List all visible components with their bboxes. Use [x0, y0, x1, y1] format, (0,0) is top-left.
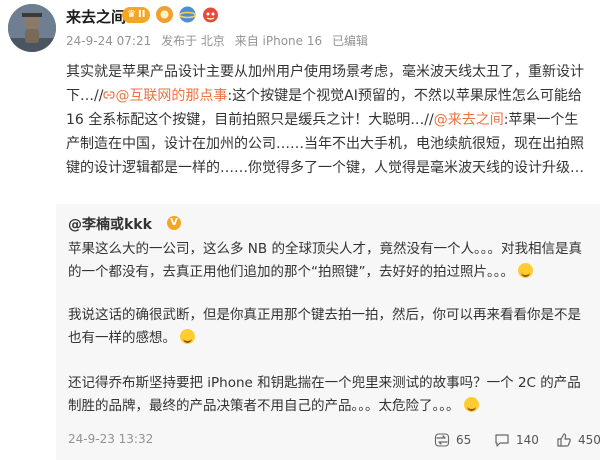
laugh-cry-emoji-icon — [180, 329, 196, 344]
mention-link[interactable]: @来去之间 — [434, 112, 504, 128]
edited-status[interactable]: 已编辑 — [332, 34, 368, 48]
comment-paragraph-text: 我说这话的确很武断，但是你真正用那个键去拍一拍，然后，你可以再来看看你是不是也有… — [68, 307, 581, 346]
comment-icon — [495, 434, 509, 447]
laugh-cry-emoji-icon — [463, 397, 479, 412]
medal-icon[interactable] — [156, 6, 174, 23]
comment-paragraph: 我说这话的确很武断，但是你真正用那个键去拍一拍，然后，你可以再来看看你是不是也有… — [68, 304, 588, 350]
like-icon — [557, 433, 571, 447]
repost-button[interactable]: 65 — [434, 432, 471, 448]
repost-count: 65 — [456, 433, 472, 447]
username[interactable]: 来去之间 — [66, 6, 126, 27]
user-badges: ♛ II — [122, 6, 219, 23]
comment-button[interactable]: 140 — [494, 432, 539, 448]
post-text: 其实就是苹果产品设计主要从加州用户使用场景考虑，毫米波天线太丑了，重新设计下…/… — [66, 60, 588, 180]
comment-date[interactable]: 24-9-23 13:32 — [68, 432, 153, 446]
avatar-image — [8, 4, 56, 52]
comment-footer: 24-9-23 13:32 65 140 450 — [68, 432, 600, 450]
like-count: 450 — [578, 433, 600, 447]
quoted-comment[interactable]: @李楠或kkk V 苹果这么大的一公司，这么多 NB 的全球顶尖人才，竟然没有一… — [56, 204, 600, 460]
mention-link[interactable]: @互联网的那点事 — [103, 88, 227, 104]
comment-paragraph-text: 苹果这么大的一公司，这么多 NB 的全球顶尖人才，竟然没有一个人。。。对我相信是… — [68, 241, 582, 280]
level-badge[interactable]: ♛ II — [122, 6, 151, 23]
comment-author[interactable]: @李楠或kkk — [68, 214, 152, 234]
like-button[interactable]: 450 — [556, 432, 600, 448]
mention-text: @互联网的那点事 — [115, 88, 228, 104]
comment-count: 140 — [516, 433, 539, 447]
post-header: 来去之间 ♛ II 24-9-24 07:21 发布于 北京 来自 iPhone… — [0, 0, 600, 56]
post-location: 发布于 北京 — [161, 34, 225, 48]
link-icon — [103, 91, 116, 99]
level-badge-text: II — [137, 9, 146, 20]
laugh-cry-emoji-icon — [518, 263, 534, 278]
crown-icon: ♛ — [127, 9, 136, 20]
post-meta: 24-9-24 07:21 发布于 北京 来自 iPhone 16 已编辑 — [66, 32, 374, 49]
mascot-icon[interactable] — [202, 6, 219, 23]
comment-paragraph: 苹果这么大的一公司，这么多 NB 的全球顶尖人才，竟然没有一个人。。。对我相信是… — [68, 238, 588, 284]
comment-paragraph: 还记得乔布斯坚持要把 iPhone 和钥匙揣在一个兜里来测试的故事吗？一个 2C… — [68, 372, 588, 418]
post-datetime[interactable]: 24-9-24 07:21 — [66, 34, 151, 48]
planet-icon[interactable] — [179, 6, 197, 23]
repost-icon — [434, 433, 450, 447]
post-source: 来自 iPhone 16 — [234, 34, 323, 48]
verified-icon: V — [167, 216, 181, 230]
avatar[interactable] — [8, 4, 56, 52]
comment-paragraph-text: 还记得乔布斯坚持要把 iPhone 和钥匙揣在一个兜里来测试的故事吗？一个 2C… — [68, 375, 581, 414]
